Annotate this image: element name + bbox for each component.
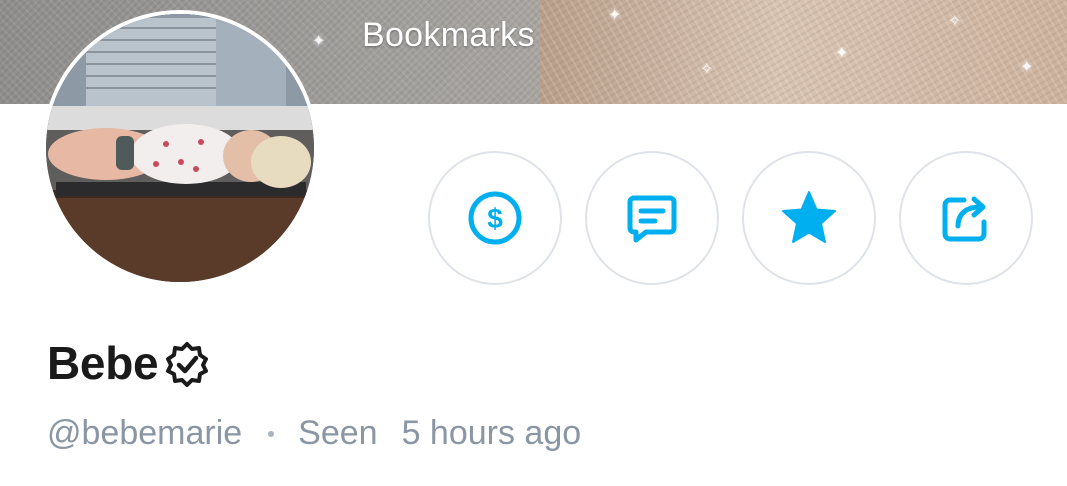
sparkle-decoration: ✦ (608, 7, 622, 24)
header-title: Bookmarks (362, 16, 535, 54)
last-seen: 5 hours ago (401, 414, 582, 452)
username: @bebemarie (47, 414, 243, 452)
profile-name-row: Bebe (47, 336, 210, 390)
tip-button[interactable]: $ (428, 151, 562, 285)
svg-text:$: $ (487, 203, 503, 234)
separator-dot (268, 430, 275, 437)
verified-badge-icon (166, 342, 209, 387)
sparkle-decoration: ✧ (948, 13, 962, 30)
profile-meta: @bebemarie Seen 5 hours ago (47, 414, 581, 453)
sparkle-decoration: ✦ (835, 45, 849, 62)
profile-page: ✦ ✦ ✧ ✦ ✧ ✦ Bookmarks $ Bebe @bebemarie … (0, 0, 1067, 486)
profile-actions: $ (428, 151, 1033, 285)
sparkle-decoration: ✦ (1020, 59, 1034, 76)
sparkle-decoration: ✧ (700, 61, 714, 78)
share-button[interactable] (899, 151, 1033, 285)
message-icon (627, 195, 677, 243)
status-label: Seen (298, 414, 378, 452)
share-icon (942, 196, 987, 242)
avatar[interactable] (42, 10, 318, 286)
star-icon (782, 191, 836, 243)
sparkle-decoration: ✦ (312, 33, 326, 50)
display-name: Bebe (47, 337, 159, 389)
dollar-icon: $ (468, 191, 522, 245)
favorite-button[interactable] (742, 151, 876, 285)
message-button[interactable] (585, 151, 719, 285)
avatar-photo (46, 14, 314, 282)
